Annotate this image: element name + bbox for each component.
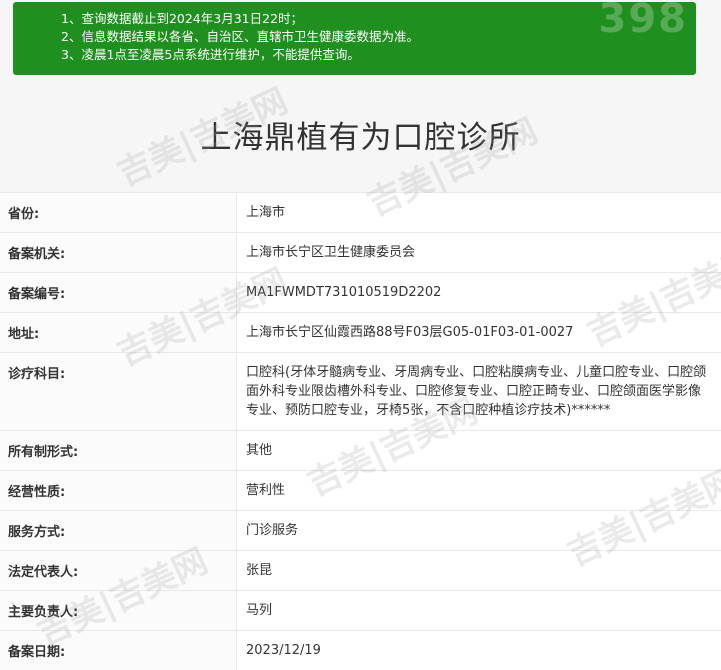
row-value: 口腔科(牙体牙髓病专业、牙周病专业、口腔粘膜病专业、儿童口腔专业、口腔颌面外科专… <box>236 353 721 430</box>
notice-line-3: 3、凌晨1点至凌晨5点系统进行维护，不能提供查询。 <box>61 47 360 62</box>
table-row: 主要负责人: 马列 <box>0 590 721 630</box>
row-label: 备案编号: <box>8 287 66 302</box>
table-row: 法定代表人: 张昆 <box>0 550 721 590</box>
row-label: 主要负责人: <box>8 605 79 620</box>
row-label: 经营性质: <box>8 485 66 500</box>
row-value: 其他 <box>236 431 721 470</box>
table-row: 服务方式: 门诊服务 <box>0 510 721 550</box>
logo-watermark: 398 <box>598 0 688 42</box>
row-value: 上海市长宁区卫生健康委员会 <box>236 233 721 272</box>
row-label: 法定代表人: <box>8 565 79 580</box>
row-label: 诊疗科目: <box>8 367 66 382</box>
row-label: 地址: <box>8 327 40 342</box>
table-row: 经营性质: 营利性 <box>0 470 721 510</box>
row-value: MA1FWMDT731010519D2202 <box>236 273 721 312</box>
table-row: 诊疗科目: 口腔科(牙体牙髓病专业、牙周病专业、口腔粘膜病专业、儿童口腔专业、口… <box>0 352 721 430</box>
row-value: 马列 <box>236 591 721 630</box>
row-value: 上海市 <box>236 193 721 232</box>
row-value: 2023/12/19 <box>236 631 721 670</box>
row-value: 上海市长宁区仙霞西路88号F03层G05-01F03-01-0027 <box>236 313 721 352</box>
row-label: 备案日期: <box>8 645 66 660</box>
table-row: 备案日期: 2023/12/19 <box>0 630 721 670</box>
info-table: 省份: 上海市 备案机关: 上海市长宁区卫生健康委员会 备案编号: MA1FWM… <box>0 192 721 670</box>
table-row: 备案编号: MA1FWMDT731010519D2202 <box>0 272 721 312</box>
row-value: 门诊服务 <box>236 511 721 550</box>
table-row: 省份: 上海市 <box>0 192 721 232</box>
table-row: 所有制形式: 其他 <box>0 430 721 470</box>
row-label: 所有制形式: <box>8 445 79 460</box>
table-row: 备案机关: 上海市长宁区卫生健康委员会 <box>0 232 721 272</box>
row-label: 省份: <box>8 207 40 222</box>
notice-banner: 1、查询数据截止到2024年3月31日22时； 2、信息数据结果以各省、自治区、… <box>13 0 696 75</box>
table-row: 地址: 上海市长宁区仙霞西路88号F03层G05-01F03-01-0027 <box>0 312 721 352</box>
row-label: 服务方式: <box>8 525 66 540</box>
row-label: 备案机关: <box>8 247 66 262</box>
page-title: 上海鼎植有为口腔诊所 <box>200 120 521 156</box>
row-value: 营利性 <box>236 471 721 510</box>
row-value: 张昆 <box>236 551 721 590</box>
